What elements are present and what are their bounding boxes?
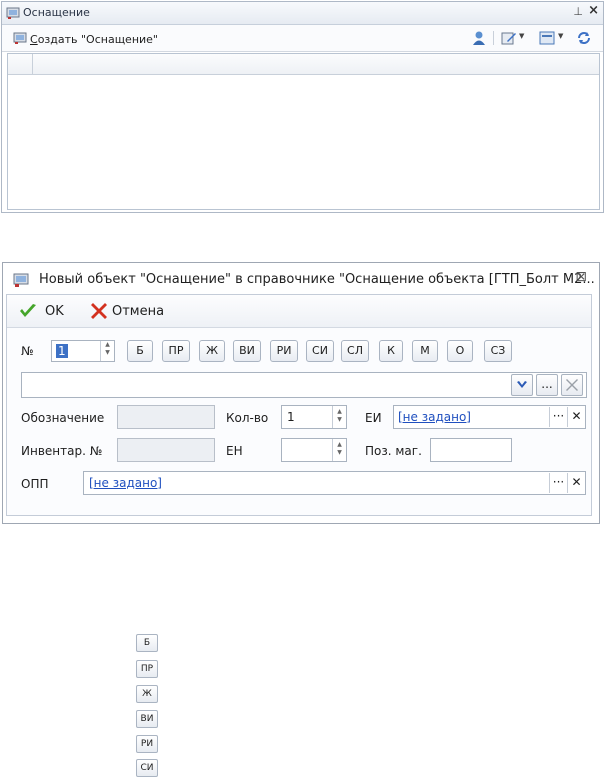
chip-sl[interactable]: СЛ — [341, 340, 369, 362]
panel-toolbar: Создать "Оснащение" ▼ ▼ — [2, 25, 603, 52]
number-label: № — [21, 344, 34, 358]
ei-clear-button[interactable]: ✕ — [567, 407, 585, 427]
spin-up-icon[interactable]: ▲ — [101, 341, 114, 349]
spin-down-icon[interactable]: ▼ — [333, 449, 346, 457]
number-stepper[interactable]: 1 ▲ ▼ — [51, 340, 115, 362]
dialog-title-bar: Новый объект "Оснащение" в справочнике "… — [3, 263, 599, 296]
chip-si[interactable]: СИ — [306, 340, 334, 362]
pin-icon[interactable]: ⊥ — [573, 5, 583, 18]
mini-chip-si[interactable]: СИ — [136, 759, 158, 777]
cancel-label: Отмена — [112, 303, 165, 319]
user-icon[interactable] — [471, 30, 487, 46]
create-accelerator: С — [30, 33, 38, 46]
panel-title-bar: Оснащение ⊥ × — [2, 2, 603, 25]
chevron-down-icon — [517, 381, 527, 388]
pos-field[interactable] — [430, 438, 512, 462]
clear-button[interactable] — [561, 374, 583, 396]
ei-label: ЕИ — [365, 411, 382, 425]
grid-header — [8, 54, 599, 75]
panel-title: Оснащение — [23, 6, 90, 19]
dialog-title: Новый объект "Оснащение" в справочнике "… — [39, 272, 595, 287]
ok-label: OK — [45, 303, 64, 319]
mini-chip-zh[interactable]: Ж — [136, 685, 158, 703]
number-value: 1 — [56, 344, 68, 358]
qty-value: 1 — [287, 410, 295, 424]
create-equipment-button[interactable]: Создать "Оснащение" — [10, 30, 180, 48]
en-label: ЕН — [226, 444, 243, 458]
designation-field[interactable] — [117, 405, 215, 429]
opp-label: ОПП — [21, 477, 49, 491]
inventory-field[interactable] — [117, 438, 215, 462]
pos-label: Поз. маг. — [365, 444, 422, 458]
chip-m[interactable]: М — [412, 340, 438, 362]
checkmark-icon — [20, 304, 36, 317]
chip-k[interactable]: К — [379, 340, 403, 362]
create-icon — [13, 32, 27, 44]
opp-value-link[interactable]: [не задано] — [89, 476, 162, 490]
dialog-command-bar: OK Отмена — [7, 295, 591, 328]
mini-chip-ri[interactable]: РИ — [136, 735, 158, 753]
chip-sz[interactable]: СЗ — [484, 340, 512, 362]
chevron-down-icon[interactable]: ▼ — [558, 32, 563, 40]
qty-stepper[interactable]: 1 ▲ ▼ — [281, 405, 347, 429]
view-icon[interactable] — [539, 30, 555, 46]
spin-down-icon[interactable]: ▼ — [101, 349, 114, 357]
mini-chip-pr[interactable]: ПР — [136, 660, 158, 678]
qty-spin-buttons[interactable]: ▲ ▼ — [332, 406, 346, 428]
mini-chip-b[interactable]: Б — [136, 634, 158, 652]
clear-x-icon — [566, 379, 578, 391]
dropdown-button[interactable] — [511, 374, 533, 396]
spin-up-icon[interactable]: ▲ — [333, 408, 346, 416]
equipment-icon — [6, 7, 20, 19]
toolbar-separator — [493, 31, 494, 45]
chip-ri[interactable]: РИ — [270, 340, 298, 362]
refresh-icon[interactable] — [576, 30, 592, 46]
close-icon[interactable]: ⊠ — [575, 269, 587, 285]
cancel-x-icon — [91, 303, 107, 319]
browse-button[interactable]: ... — [536, 374, 558, 396]
chip-zh[interactable]: Ж — [199, 340, 225, 362]
chevron-down-icon[interactable]: ▼ — [519, 32, 524, 40]
close-icon[interactable]: × — [588, 3, 599, 18]
equipment-panel: Оснащение ⊥ × Создать "Оснащение" ▼ ▼ — [1, 1, 604, 213]
chip-pr[interactable]: ПР — [162, 340, 190, 362]
ei-value-link[interactable]: [не задано] — [398, 410, 471, 424]
ei-field[interactable]: [не задано] ··· ✕ — [393, 405, 586, 429]
create-label: оздать "Оснащение" — [37, 33, 158, 46]
mini-chip-vi[interactable]: ВИ — [136, 710, 158, 728]
cancel-button[interactable]: Отмена — [90, 299, 164, 323]
spin-down-icon[interactable]: ▼ — [333, 416, 346, 424]
inventory-label: Инвентар. № — [21, 444, 103, 458]
grid-row-selector-header — [8, 54, 33, 74]
number-spin-buttons[interactable]: ▲ ▼ — [100, 341, 114, 361]
chip-b[interactable]: Б — [127, 340, 153, 362]
designation-label: Обозначение — [21, 411, 105, 425]
en-stepper[interactable]: ▲ ▼ — [281, 438, 347, 462]
equipment-icon — [13, 273, 29, 287]
new-object-dialog: Новый объект "Оснащение" в справочнике "… — [2, 262, 600, 524]
object-combobox[interactable]: ... — [21, 372, 587, 398]
equipment-grid[interactable] — [7, 53, 600, 210]
opp-clear-button[interactable]: ✕ — [567, 473, 585, 493]
opp-browse-button[interactable]: ··· — [549, 473, 567, 493]
en-spin-buttons[interactable]: ▲ ▼ — [332, 439, 346, 461]
ei-browse-button[interactable]: ··· — [549, 407, 567, 427]
spin-up-icon[interactable]: ▲ — [333, 441, 346, 449]
chip-vi[interactable]: ВИ — [233, 340, 261, 362]
ok-button[interactable]: OK — [19, 299, 64, 323]
qty-label: Кол-во — [226, 411, 269, 425]
edit-icon[interactable] — [501, 30, 517, 46]
chip-o[interactable]: О — [447, 340, 473, 362]
dialog-body: OK Отмена № 1 ▲ ▼ Б ПР Ж ВИ РИ СИ СЛ К М … — [6, 294, 592, 516]
opp-field[interactable]: [не задано] ··· ✕ — [83, 471, 586, 495]
